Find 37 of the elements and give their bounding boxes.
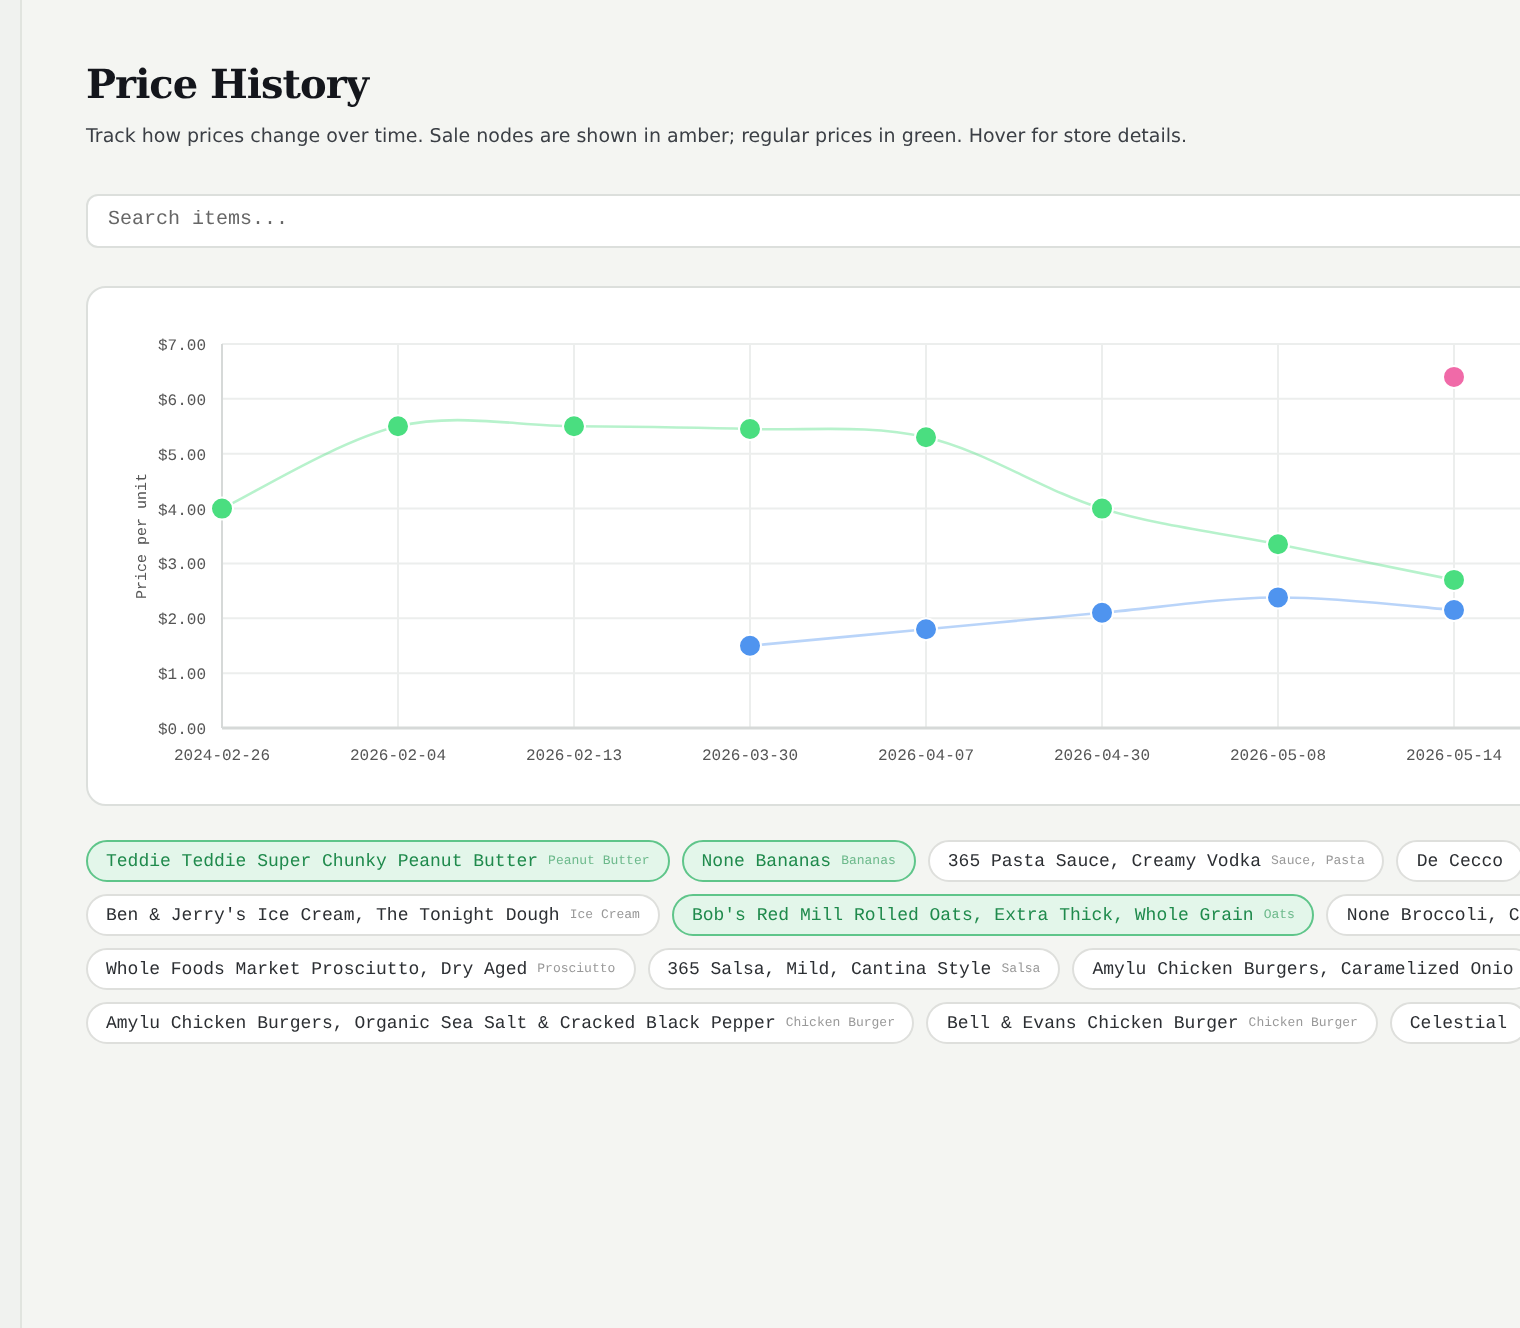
page-description: Track how prices change over time. Sale nodes are shown in amber; regular prices in green. Hover for store details.	[86, 126, 1189, 148]
price-point[interactable]	[562, 414, 586, 439]
y-tick-label: $2.00	[157, 612, 206, 631]
price-point[interactable]	[914, 617, 938, 642]
x-tick-label: 2026-05-08	[1230, 748, 1326, 766]
x-tick-label: 2026-02-04	[350, 748, 446, 766]
x-tick-label: 2024-02-26	[174, 748, 270, 766]
y-tick-label: $3.00	[157, 557, 206, 576]
y-tick-label: $1.00	[157, 667, 206, 686]
x-tick-label: 2026-04-30	[1054, 748, 1150, 766]
x-tick-label: 2026-03-30	[702, 748, 798, 766]
x-tick-label: 2026-04-07	[878, 748, 974, 766]
item-chip[interactable]: None Broccoli, C	[1326, 894, 1520, 936]
y-tick-label: $7.00	[157, 338, 206, 356]
price-point[interactable]	[914, 425, 938, 450]
y-tick-label: $4.00	[157, 502, 206, 521]
price-point[interactable]	[738, 417, 762, 442]
price-point[interactable]	[1090, 600, 1114, 625]
item-chip[interactable]: Amylu Chicken Burgers, Caramelized Onio	[1072, 948, 1520, 990]
price-point[interactable]	[1090, 496, 1114, 521]
price-point[interactable]	[1442, 567, 1466, 592]
price-point[interactable]	[210, 496, 234, 521]
item-chip[interactable]: De Cecco	[1396, 840, 1520, 882]
y-tick-label: $5.00	[157, 447, 206, 466]
y-tick-label: $0.00	[157, 722, 206, 740]
price-point[interactable]	[1266, 532, 1290, 557]
x-tick-label: 2026-05-14	[1406, 748, 1502, 766]
price-point[interactable]	[386, 414, 410, 439]
price-point[interactable]	[1266, 585, 1290, 610]
y-tick-label: $6.00	[157, 392, 206, 411]
page-title: Price History	[86, 60, 372, 108]
price-point[interactable]	[1442, 598, 1466, 623]
item-chip[interactable]: Celestial	[1389, 1002, 1520, 1044]
price-point[interactable]	[1442, 364, 1466, 389]
search-field[interactable]: Search items...	[86, 194, 1520, 248]
x-tick-label: 2026-02-13	[526, 748, 622, 766]
price-point[interactable]	[738, 633, 762, 658]
